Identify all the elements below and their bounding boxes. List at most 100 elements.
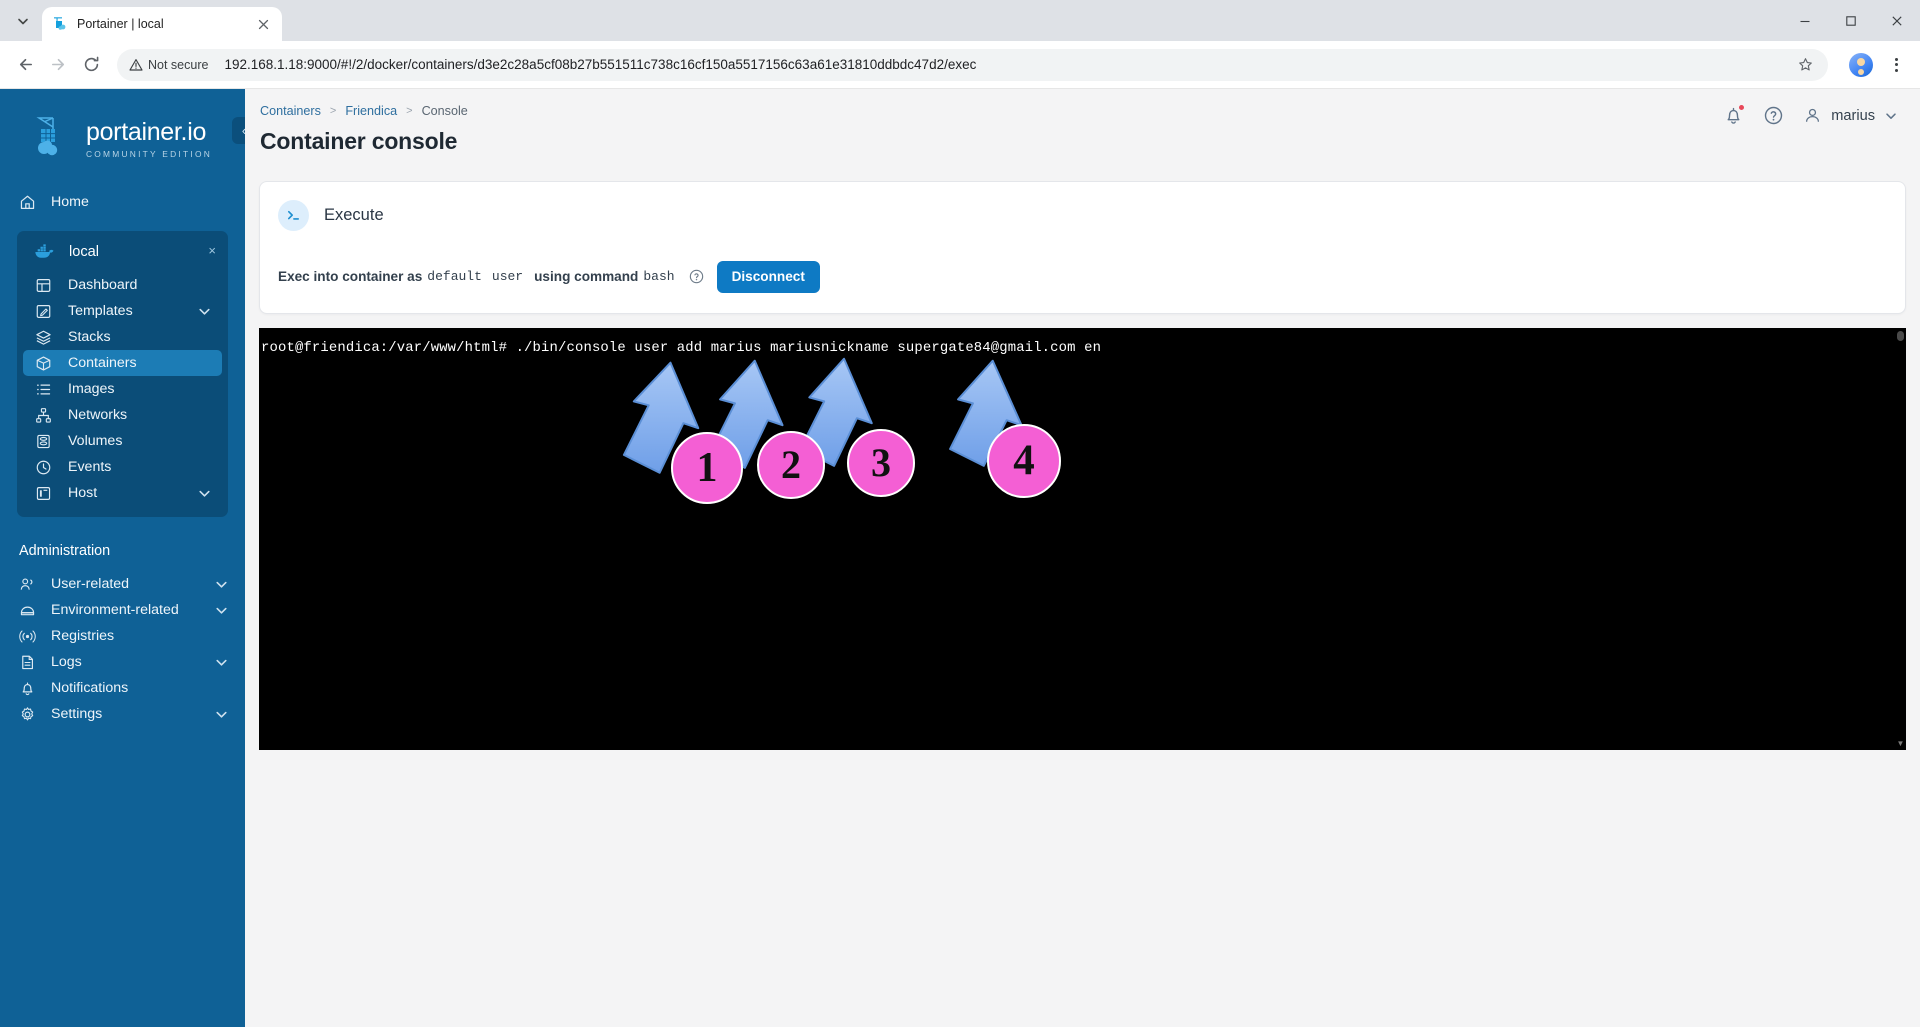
sidebar-item-networks[interactable]: Networks — [17, 402, 228, 428]
sidebar-item-label: Events — [68, 459, 112, 475]
help-circle-icon[interactable] — [1763, 105, 1784, 126]
minimize-icon — [1800, 20, 1810, 22]
sidebar-environment-close-icon[interactable]: × — [208, 244, 216, 257]
exec-suffix-label: using command — [534, 269, 639, 285]
disconnect-button[interactable]: Disconnect — [716, 261, 820, 293]
sidebar-item-label: Volumes — [68, 433, 123, 449]
forward-arrow-icon — [51, 58, 64, 71]
chevron-down-icon[interactable] — [197, 486, 212, 501]
chevron-down-icon[interactable] — [214, 577, 229, 592]
sidebar-item-label: Logs — [51, 654, 82, 670]
sidebar-item-home[interactable]: Home — [0, 189, 245, 215]
browser-menu-button[interactable] — [1882, 51, 1910, 79]
maximize-icon — [1846, 15, 1856, 26]
sidebar-item-label: Containers — [68, 355, 137, 371]
callout-badge-2: 2 — [757, 430, 825, 499]
sidebar-item-registries[interactable]: Registries — [0, 623, 245, 649]
sidebar-item-label: Settings — [51, 706, 103, 722]
back-button[interactable] — [10, 50, 40, 80]
logo-title: portainer.io — [85, 117, 207, 146]
close-icon — [258, 19, 269, 29]
execute-card: Execute Exec into container as default u… — [259, 181, 1906, 314]
sidebar-item-label: Images — [68, 381, 115, 397]
profile-avatar[interactable] — [1849, 52, 1873, 77]
user-avatar-icon — [1806, 108, 1820, 122]
host-icon — [36, 486, 51, 500]
portainer-favicon — [54, 17, 66, 30]
exec-user-word: user — [491, 269, 524, 285]
terminal-command-line: root@friendica:/var/www/html# ./bin/cons… — [261, 339, 1102, 356]
page-body: portainer.io COMMUNITY EDITION « Home — [0, 89, 1920, 1027]
terminal-scrollbar[interactable]: ▼ — [1896, 328, 1905, 750]
security-indicator[interactable]: Not secure — [125, 55, 216, 75]
window-close-button[interactable] — [1874, 0, 1920, 41]
chevron-down-icon[interactable] — [1884, 109, 1898, 123]
sidebar-item-label: Environment-related — [51, 602, 179, 618]
window-minimize-button[interactable] — [1782, 0, 1828, 41]
sidebar-item-environment-related[interactable]: Environment-related — [0, 597, 245, 623]
sidebar-environment-items: Dashboard Templates Stacks Containers Im… — [17, 272, 228, 506]
sidebar-item-label: Home — [51, 194, 89, 210]
sidebar-item-host[interactable]: Host — [17, 480, 228, 506]
topbar-actions: marius — [1723, 104, 1898, 126]
scroll-down-arrow-icon[interactable]: ▼ — [1896, 739, 1905, 748]
annotation-overlay — [622, 357, 1023, 474]
sidebar-item-dashboard[interactable]: Dashboard — [17, 272, 228, 298]
kebab-dot — [1894, 63, 1898, 66]
address-bar[interactable]: Not secure 192.168.1.18:9000/#!/2/docker… — [117, 48, 1828, 81]
portainer-logo[interactable]: portainer.io COMMUNITY EDITION « — [0, 89, 259, 185]
chevron-down-icon[interactable] — [197, 304, 212, 319]
sidebar-item-settings[interactable]: Settings — [0, 701, 245, 727]
sidebar-item-notifications[interactable]: Notifications — [0, 675, 245, 701]
logo-subtitle: COMMUNITY EDITION — [85, 148, 213, 159]
sidebar-section-administration: Administration — [19, 543, 111, 559]
exec-command-value[interactable]: bash — [638, 269, 679, 284]
url-text[interactable]: 192.168.1.18:9000/#!/2/docker/containers… — [216, 57, 1794, 72]
home-icon — [20, 195, 35, 209]
warning-triangle-icon — [129, 58, 143, 71]
breadcrumb-item-friendica[interactable]: Friendica — [345, 104, 397, 118]
logo-text-block: portainer.io COMMUNITY EDITION — [85, 117, 213, 159]
exec-user-value[interactable]: default — [422, 269, 487, 284]
sidebar-environment-name: local — [69, 243, 100, 260]
help-circle-icon[interactable] — [689, 269, 704, 284]
window-maximize-button[interactable] — [1828, 0, 1874, 41]
breadcrumb-item-containers[interactable]: Containers — [260, 104, 321, 118]
sidebar-environment-header[interactable]: local × — [17, 240, 228, 263]
breadcrumb: Containers > Friendica > Console — [245, 89, 1920, 118]
bookmark-star-icon[interactable] — [1794, 54, 1816, 76]
chevron-down-icon[interactable] — [214, 707, 229, 722]
chevron-down-icon[interactable] — [214, 603, 229, 618]
callout-number: 1 — [696, 444, 718, 491]
tab-close-button[interactable] — [255, 16, 272, 33]
browser-tab[interactable]: Portainer | local — [42, 7, 282, 41]
dashboard-icon — [36, 278, 51, 292]
sidebar-environment-panel: local × Dashboard Templates Stacks Conta… — [17, 231, 228, 517]
stacks-icon — [36, 330, 51, 345]
callout-number: 2 — [781, 442, 801, 488]
back-arrow-icon — [19, 58, 32, 71]
sidebar-item-stacks[interactable]: Stacks — [17, 324, 228, 350]
docker-whale-icon — [35, 244, 54, 258]
notifications-bell-icon[interactable] — [1723, 104, 1746, 126]
sidebar-item-logs[interactable]: Logs — [0, 649, 245, 675]
kebab-dot — [1894, 68, 1898, 72]
scrollbar-thumb[interactable] — [1897, 330, 1904, 341]
sidebar-item-events[interactable]: Events — [17, 454, 228, 480]
chevron-down-icon[interactable] — [214, 655, 229, 670]
terminal-output[interactable]: root@friendica:/var/www/html# ./bin/cons… — [259, 327, 1906, 750]
forward-button[interactable] — [43, 50, 73, 80]
users-icon — [20, 578, 33, 590]
sidebar-item-images[interactable]: Images — [17, 376, 228, 402]
reload-button[interactable] — [76, 50, 106, 80]
user-name-label: marius — [1831, 107, 1875, 124]
sidebar-item-user-related[interactable]: User-related — [0, 571, 245, 597]
user-menu[interactable]: marius — [1803, 106, 1898, 125]
sidebar-item-volumes[interactable]: Volumes — [17, 428, 228, 454]
sidebar-item-containers[interactable]: Containers — [23, 350, 222, 376]
events-clock-icon — [36, 460, 51, 474]
reload-icon — [84, 56, 98, 72]
sidebar-item-templates[interactable]: Templates — [17, 298, 228, 324]
exec-config-row: Exec into container as default user usin… — [260, 231, 1905, 293]
tab-list-button[interactable] — [6, 4, 40, 38]
